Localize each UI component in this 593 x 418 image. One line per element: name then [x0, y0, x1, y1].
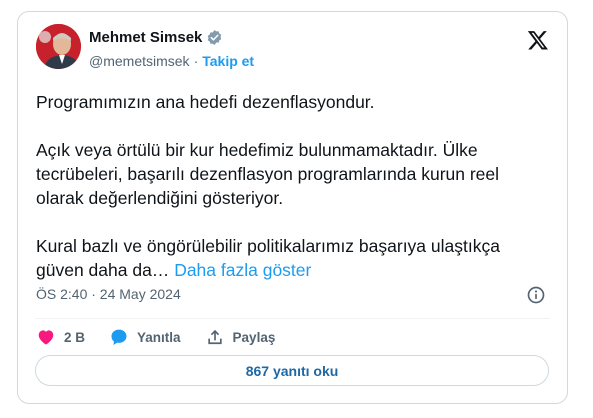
- like-button[interactable]: 2 B: [36, 327, 85, 347]
- tweet-card: Mehmet Simsek @memetsimsek · Takip et Pr…: [17, 11, 568, 404]
- action-bar: 2 B Yanıtla Paylaş: [36, 327, 299, 347]
- tweet-timestamp[interactable]: ÖS 2:40 · 24 May 2024: [36, 286, 181, 302]
- reply-button[interactable]: Yanıtla: [109, 327, 181, 347]
- heart-icon: [36, 327, 56, 347]
- separator: ·: [193, 53, 199, 69]
- show-more-link[interactable]: Daha fazla göster: [174, 260, 311, 280]
- avatar[interactable]: [36, 24, 81, 69]
- reply-icon: [109, 327, 129, 347]
- verified-badge-icon: [206, 29, 223, 46]
- tweet-paragraph-last: Kural bazlı ve öngörülebilir politikalar…: [36, 234, 536, 282]
- follow-button[interactable]: Takip et: [202, 53, 254, 69]
- share-icon: [205, 327, 225, 347]
- divider: [35, 318, 550, 319]
- author-name[interactable]: Mehmet Simsek: [89, 29, 202, 46]
- like-count: 2 B: [64, 329, 86, 345]
- tweet-paragraph: Açık veya örtülü bir kur hedefimiz bulun…: [36, 140, 500, 208]
- tweet-paragraph: Programımızın ana hedefi dezenflasyondur…: [36, 92, 375, 112]
- reply-label: Yanıtla: [137, 329, 181, 345]
- x-logo-icon[interactable]: [527, 29, 549, 51]
- author-handle[interactable]: @memetsimsek: [89, 53, 190, 69]
- share-label: Paylaş: [232, 329, 276, 345]
- avatar-image: [36, 24, 81, 69]
- info-icon[interactable]: [526, 285, 546, 305]
- share-button[interactable]: Paylaş: [205, 327, 276, 347]
- tweet-text: Programımızın ana hedefi dezenflasyondur…: [36, 90, 536, 306]
- read-replies-button[interactable]: 867 yanıtı oku: [35, 355, 549, 386]
